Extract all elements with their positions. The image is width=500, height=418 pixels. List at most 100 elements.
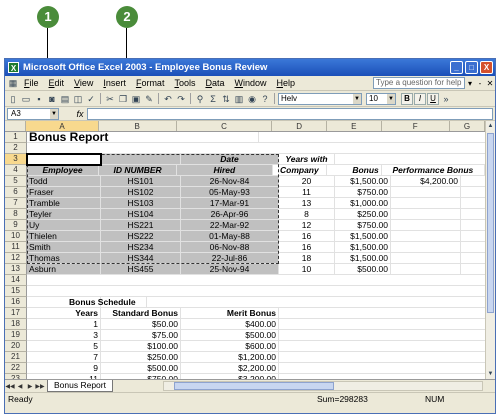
help-search-input[interactable]: Type a question for help [373,77,465,89]
toolbar-options-icon[interactable]: » [440,93,452,105]
horizontal-scroll-thumb[interactable] [173,382,334,390]
row-header[interactable]: 10 [5,231,27,242]
header-performance-bonus[interactable]: Performance Bonus [382,165,486,175]
menu-view[interactable]: View [69,78,98,88]
column-header-b[interactable]: B [99,121,177,131]
employee-performance-bonus[interactable] [391,220,461,230]
row-header[interactable]: 11 [5,242,27,253]
row-header[interactable]: 21 [5,352,27,363]
first-sheet-icon[interactable]: ◀◀ [5,383,15,390]
row-header[interactable]: 9 [5,220,27,231]
row-header[interactable]: 14 [5,275,27,286]
row-header[interactable]: 3 [5,154,27,165]
employee-years[interactable]: 12 [279,220,335,230]
schedule-merit-bonus[interactable]: $500.00 [181,330,279,340]
select-all-corner[interactable] [5,121,27,131]
row-header[interactable]: 16 [5,297,27,308]
menu-data[interactable]: Data [200,78,229,88]
row-header[interactable]: 13 [5,264,27,275]
employee-bonus[interactable]: $1,000.00 [335,198,391,208]
employee-years[interactable]: 8 [279,209,335,219]
employee-name[interactable]: Teyler [27,209,101,219]
row-header[interactable]: 2 [5,143,27,154]
menu-tools[interactable]: Tools [169,78,200,88]
employee-performance-bonus[interactable]: $4,200.00 [391,176,461,186]
menu-file[interactable]: File [19,78,44,88]
employee-hired[interactable]: 22-Mar-92 [181,220,279,230]
hyperlink-icon[interactable]: ⚲ [194,93,206,105]
function-icon[interactable]: fx [73,109,87,119]
print-icon[interactable]: ▤ [59,93,71,105]
employee-bonus[interactable]: $1,500.00 [335,242,391,252]
undo-icon[interactable]: ↶ [162,93,174,105]
help-icon[interactable]: ? [259,93,271,105]
cell-b3[interactable] [101,154,181,164]
underline-button[interactable]: U [427,92,439,105]
row-header[interactable]: 19 [5,330,27,341]
spelling-icon[interactable]: ✓ [85,93,97,105]
sheet-tab-bonus-report[interactable]: Bonus Report [47,380,113,392]
employee-years[interactable]: 18 [279,253,335,263]
employee-performance-bonus[interactable] [391,209,461,219]
row-header[interactable]: 22 [5,363,27,374]
next-sheet-icon[interactable]: ▶ [25,383,35,390]
vertical-scrollbar[interactable]: ▲ ▼ [485,121,495,379]
employee-id[interactable]: HS103 [101,198,181,208]
row-header[interactable]: 7 [5,198,27,209]
italic-button[interactable]: I [414,92,426,105]
employee-name[interactable]: Thomas [27,253,101,263]
menu-help[interactable]: Help [272,78,301,88]
doc-minimize-button[interactable]: - [475,79,485,88]
employee-id[interactable]: HS344 [101,253,181,263]
employee-bonus[interactable]: $500.00 [335,264,391,274]
column-header-d[interactable]: D [272,121,327,131]
font-size-select[interactable]: 10 ▼ [366,92,396,105]
report-title[interactable]: Bonus Report [27,131,259,143]
schedule-years[interactable]: 5 [27,341,101,351]
row-header[interactable]: 20 [5,341,27,352]
vertical-scroll-thumb[interactable] [487,133,494,313]
header-employee[interactable]: Employee [27,165,100,175]
employee-performance-bonus[interactable] [391,231,461,241]
scroll-up-icon[interactable]: ▲ [486,121,495,131]
worksheet-grid[interactable]: A B C D E F G 1 2 3 4 5 6 7 8 9 10 11 12 13 14 15 16 17 1… [5,121,495,379]
schedule-standard-bonus[interactable]: $750.00 [101,374,181,379]
employee-bonus[interactable]: $750.00 [335,187,391,197]
schedule-merit-bonus[interactable]: $3,200.00 [181,374,279,379]
employee-name[interactable]: Smith [27,242,101,252]
header-date[interactable]: Date [181,154,279,164]
employee-hired[interactable]: 25-Nov-94 [181,264,279,274]
autosum-icon[interactable]: Σ [207,93,219,105]
schedule-merit-bonus[interactable]: $2,200.00 [181,363,279,373]
workbook-icon[interactable]: ▦ [7,77,19,89]
preview-icon[interactable]: ◫ [72,93,84,105]
new-icon[interactable]: ▯ [7,93,19,105]
row-header[interactable]: 17 [5,308,27,319]
header-bonus[interactable]: Bonus [327,165,382,175]
doc-close-icon[interactable]: ✕ [485,79,495,88]
employee-hired[interactable]: 26-Apr-96 [181,209,279,219]
column-header-g[interactable]: G [450,121,486,131]
header-hired[interactable]: Hired [177,165,273,175]
schedule-standard-bonus[interactable]: $500.00 [101,363,181,373]
schedule-years[interactable]: 1 [27,319,101,329]
schedule-merit-bonus[interactable]: $1,200.00 [181,352,279,362]
schedule-standard-bonus[interactable]: $100.00 [101,341,181,351]
cell-a3[interactable] [27,154,101,164]
row-header[interactable]: 23 [5,374,27,379]
paste-icon[interactable]: ▣ [130,93,142,105]
schedule-header-merit[interactable]: Merit Bonus [181,308,279,318]
format-painter-icon[interactable]: ✎ [143,93,155,105]
schedule-merit-bonus[interactable]: $600.00 [181,341,279,351]
chart-icon[interactable]: ▥ [233,93,245,105]
employee-id[interactable]: HS102 [101,187,181,197]
employee-hired[interactable]: 26-Nov-84 [181,176,279,186]
help-dropdown-icon[interactable]: ▾ [465,79,475,88]
column-header-f[interactable]: F [382,121,450,131]
employee-id[interactable]: HS222 [101,231,181,241]
employee-years[interactable]: 13 [279,198,335,208]
employee-hired[interactable]: 22-Jul-86 [181,253,279,263]
header-id-number[interactable]: ID NUMBER [99,165,178,175]
employee-years[interactable]: 11 [279,187,335,197]
employee-name[interactable]: Asburn [27,264,101,274]
